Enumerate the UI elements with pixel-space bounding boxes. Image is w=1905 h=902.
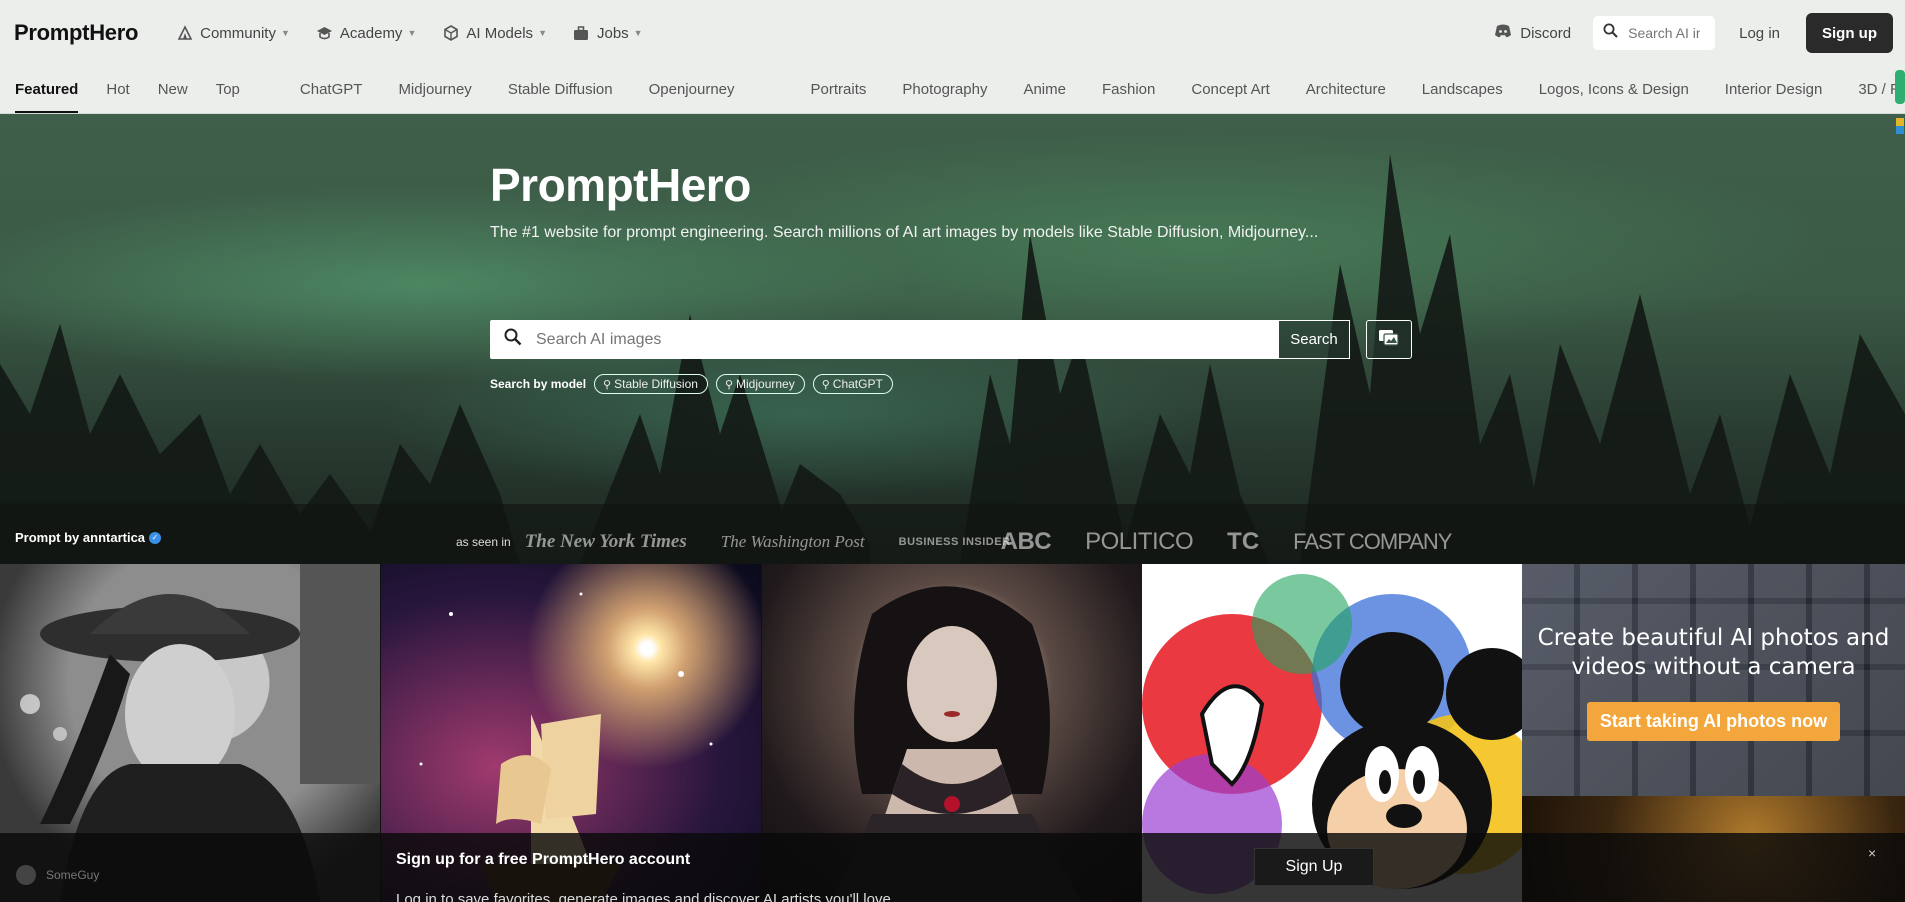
- hero-title: PromptHero: [490, 159, 751, 211]
- start-ai-photos-button[interactable]: Start taking AI photos now: [1586, 702, 1841, 741]
- tab-stable-diffusion[interactable]: Stable Diffusion: [508, 66, 613, 113]
- top-search-box[interactable]: [1593, 16, 1716, 50]
- tab-architecture[interactable]: Architecture: [1306, 66, 1386, 113]
- menu-academy-label: Academy: [339, 24, 403, 42]
- press-logo-business-insider: BUSINESS INSIDER: [898, 535, 1011, 548]
- tab-hot[interactable]: Hot: [106, 66, 129, 113]
- hero-search-button[interactable]: Search: [1278, 320, 1350, 359]
- hero-search-field[interactable]: [490, 320, 1278, 359]
- press-logo-fast-company: FAST COMPANY: [1293, 529, 1452, 554]
- verified-badge-icon: ✓: [149, 531, 162, 544]
- press-logo-washington-post: The Washington Post: [720, 532, 865, 551]
- press-logo-techcrunch: TC: [1227, 528, 1260, 555]
- tab-anime[interactable]: Anime: [1023, 66, 1066, 113]
- hero-section: PromptHero The #1 website for prompt eng…: [0, 114, 1905, 564]
- search-by-model-label: Search by model: [490, 377, 587, 391]
- site-logo[interactable]: PromptHero: [14, 20, 138, 46]
- chip-label: Stable Diffusion: [614, 377, 698, 391]
- menu-jobs-label: Jobs: [596, 24, 629, 42]
- tab-midjourney[interactable]: Midjourney: [398, 66, 471, 113]
- press-logo-politico: POLITICO: [1085, 528, 1194, 555]
- discord-label: Discord: [1520, 24, 1572, 42]
- menu-academy[interactable]: Academy ▼: [316, 25, 416, 42]
- search-by-model: Search by model ⚲ Stable Diffusion ⚲ Mid…: [490, 374, 901, 394]
- search-icon: ⚲: [724, 378, 734, 391]
- menu-ai-models-label: AI Models: [466, 24, 534, 42]
- chevron-down-icon: ▼: [280, 28, 290, 38]
- tab-featured[interactable]: Featured: [15, 66, 79, 113]
- hero-prompt-credit[interactable]: Prompt by anntartica ✓: [15, 530, 162, 545]
- hero-content: PromptHero The #1 website for prompt eng…: [490, 158, 1412, 394]
- search-icon: ⚲: [821, 378, 830, 391]
- avatar: [16, 865, 36, 885]
- signup-button[interactable]: Sign up: [1806, 13, 1893, 53]
- menu-community[interactable]: Community ▼: [176, 25, 290, 42]
- chevron-down-icon: ▼: [538, 28, 547, 38]
- tab-fashion[interactable]: Fashion: [1102, 66, 1155, 113]
- tab-logos-icons-design[interactable]: Logos, Icons & Design: [1539, 66, 1689, 113]
- press-logo-nyt: The New York Times: [524, 531, 687, 552]
- tab-openjourney[interactable]: Openjourney: [649, 66, 735, 113]
- extension-widget[interactable]: [1893, 70, 1905, 200]
- top-navbar: PromptHero Community ▼ Academy ▼ AI Mode…: [0, 0, 1905, 66]
- author-name: SomeGuy: [46, 868, 100, 882]
- tab-chatgpt[interactable]: ChatGPT: [300, 66, 363, 113]
- discord-icon: [1494, 24, 1512, 42]
- menu-ai-models[interactable]: AI Models ▼: [442, 25, 547, 42]
- search-icon: ⚲: [603, 378, 612, 391]
- model-chip-midjourney[interactable]: ⚲ Midjourney: [715, 374, 805, 394]
- close-icon[interactable]: ×: [1868, 845, 1876, 861]
- top-search-input[interactable]: [1628, 25, 1701, 41]
- image-search-button[interactable]: [1366, 320, 1412, 359]
- image-author[interactable]: SomeGuy: [16, 865, 99, 885]
- tab-landscapes[interactable]: Landscapes: [1422, 66, 1503, 113]
- briefcase-icon: [573, 25, 590, 42]
- promo-card: Create beautiful AI photos and videos wi…: [1522, 564, 1905, 796]
- tab-concept-art[interactable]: Concept Art: [1191, 66, 1269, 113]
- promo-title: Create beautiful AI photos and videos wi…: [1537, 625, 1890, 680]
- menu-jobs[interactable]: Jobs ▼: [573, 25, 643, 42]
- category-bar: Featured Hot New Top ChatGPT Midjourney …: [0, 66, 1905, 114]
- top-menu: Community ▼ Academy ▼ AI Models ▼ Jobs ▼: [176, 25, 668, 42]
- tab-portraits[interactable]: Portraits: [811, 66, 867, 113]
- discord-link[interactable]: Discord: [1494, 24, 1571, 42]
- press-logo-abc: ABC: [1000, 528, 1052, 555]
- as-seen-in-label: as seen in: [456, 535, 511, 549]
- tab-new[interactable]: New: [158, 66, 188, 113]
- banner-signup-button[interactable]: Sign Up: [1254, 848, 1374, 886]
- people-icon: [176, 25, 193, 42]
- model-chip-chatgpt[interactable]: ⚲ ChatGPT: [812, 374, 893, 394]
- chevron-down-icon: ▼: [407, 28, 417, 38]
- press-logos: as seen in The New York Times The Washin…: [456, 528, 1485, 556]
- images-icon: [1378, 329, 1400, 351]
- tab-top[interactable]: Top: [216, 66, 240, 113]
- model-chip-stable-diffusion[interactable]: ⚲ Stable Diffusion: [594, 374, 708, 394]
- chevron-down-icon: ▼: [633, 28, 643, 38]
- hero-search-bar: Search: [490, 320, 1352, 359]
- tab-photography[interactable]: Photography: [902, 66, 987, 113]
- search-icon: [1603, 23, 1618, 43]
- prompt-credit-text: Prompt by anntartica: [15, 530, 146, 545]
- banner-title: Sign up for a free PromptHero account: [396, 851, 691, 868]
- tab-interior-design[interactable]: Interior Design: [1725, 66, 1823, 113]
- graduation-cap-icon: [316, 25, 333, 42]
- search-icon: [504, 328, 522, 351]
- promo-content: Create beautiful AI photos and videos wi…: [1522, 624, 1905, 741]
- extension-icon: [1895, 70, 1905, 134]
- chip-label: ChatGPT: [832, 377, 883, 391]
- hero-subtitle: The #1 website for prompt engineering. S…: [490, 224, 1319, 241]
- menu-community-label: Community: [200, 24, 276, 42]
- hero-search-input[interactable]: [536, 330, 1236, 349]
- banner-text: Log in to save favorites, generate image…: [396, 891, 895, 902]
- cube-icon: [442, 25, 459, 42]
- login-link[interactable]: Log in: [1739, 25, 1780, 42]
- top-right-actions: Discord Log in Sign up: [1494, 0, 1893, 66]
- signup-banner: SomeGuy Sign up for a free PromptHero ac…: [0, 833, 1905, 902]
- chip-label: Midjourney: [736, 377, 795, 391]
